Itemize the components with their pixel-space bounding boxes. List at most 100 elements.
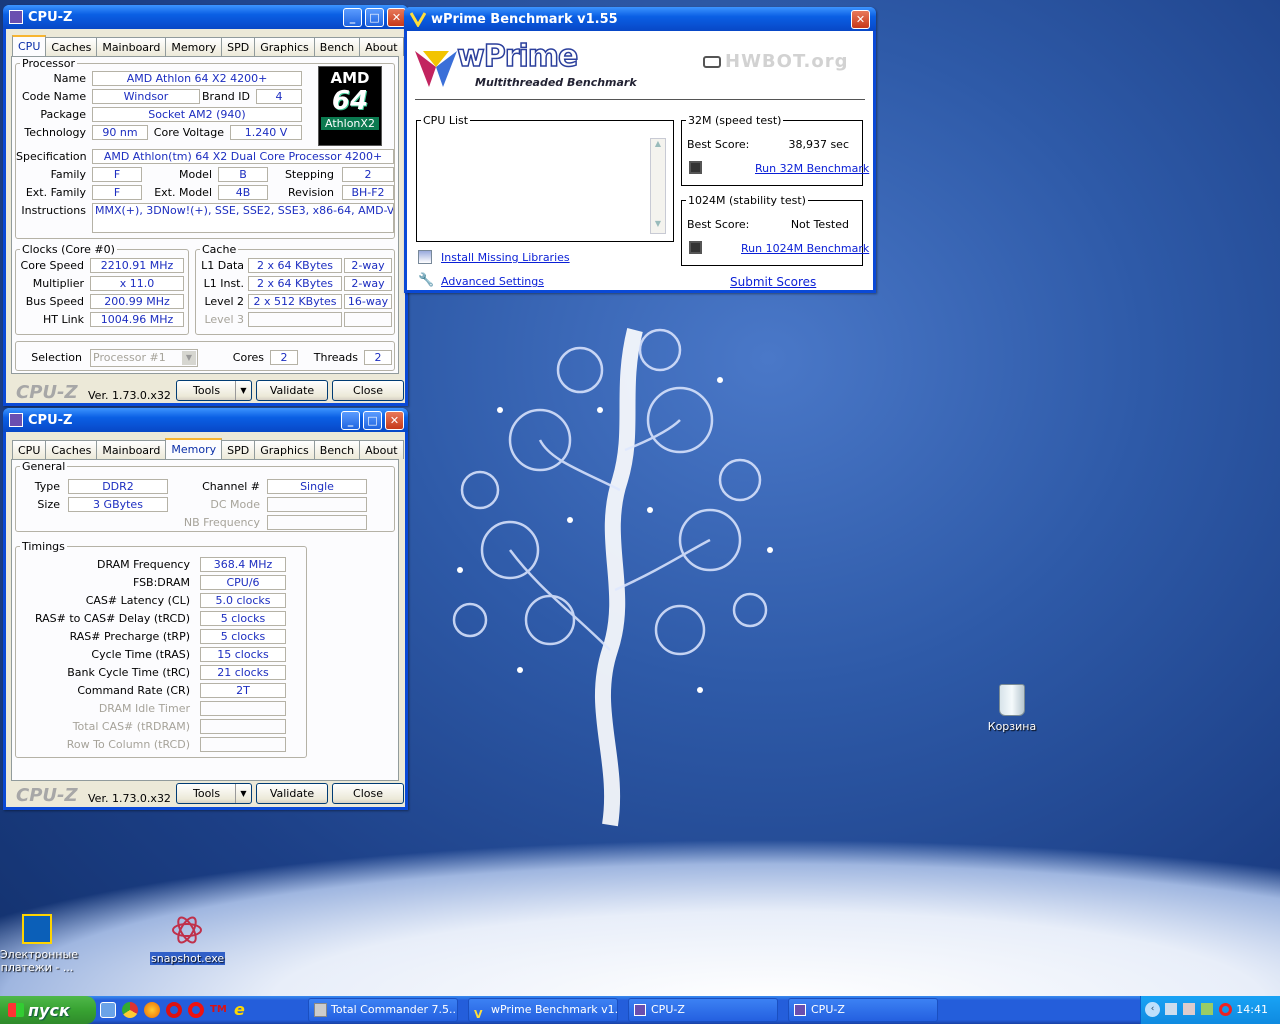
minimize-button[interactable]: _	[343, 8, 362, 27]
tray-collapse-icon[interactable]: ‹	[1145, 1002, 1160, 1017]
cpuz-app-icon	[634, 1004, 646, 1016]
tab-about[interactable]: About	[359, 37, 404, 56]
hwbot-robot-icon	[703, 55, 721, 68]
ie-icon[interactable]: e	[234, 1002, 250, 1018]
taskbar-item-cpuz-2[interactable]: CPU-Z	[788, 998, 938, 1022]
selection-dropdown[interactable]: Processor #1 ▼	[90, 349, 198, 367]
snapshot-desktop-icon[interactable]: snapshot.exe	[150, 914, 226, 965]
tab-about[interactable]: About	[359, 440, 404, 459]
show-desktop-icon[interactable]	[100, 1002, 116, 1018]
clock[interactable]: 14:41	[1236, 1003, 1268, 1016]
minimize-button[interactable]: _	[341, 411, 360, 430]
maximize-button[interactable]: □	[363, 411, 382, 430]
cpuz-footer-logo: CPU-Z	[16, 785, 78, 806]
tools-label: Tools	[193, 787, 221, 800]
instructions-value: MMX(+), 3DNow!(+), SSE, SSE2, SSE3, x86-…	[92, 203, 394, 233]
corespeed-value: 2210.91 MHz	[90, 258, 184, 273]
wprime-app-icon: V	[474, 1008, 483, 1021]
cpu-list-scrollbar[interactable]: ▲ ▼	[650, 138, 666, 234]
scroll-down-arrow-icon[interactable]: ▼	[651, 219, 665, 233]
tab-spd[interactable]: SPD	[221, 37, 256, 56]
l2-way: 16-way	[344, 294, 392, 309]
validate-button[interactable]: Validate	[256, 783, 328, 804]
test32-legend: 32M (speed test)	[688, 114, 782, 127]
wprime-titlebar[interactable]: wPrime Benchmark v1.55	[404, 7, 876, 31]
voltage-label: Core Voltage	[153, 126, 224, 139]
snapshot-icon-label: snapshot.exe	[150, 952, 226, 965]
test1024-legend: 1024M (stability test)	[688, 194, 806, 207]
taskbar-item-wprime[interactable]: V wPrime Benchmark v1...	[468, 998, 618, 1022]
recycle-bin-desktop-icon[interactable]: Корзина	[985, 684, 1039, 733]
taskbar-item-label: wPrime Benchmark v1...	[491, 1003, 618, 1016]
logo-amd-text: AMD	[330, 69, 370, 87]
htlink-label: HT Link	[42, 313, 84, 326]
run-32m-link[interactable]: Run 32M Benchmark	[755, 162, 869, 175]
taskbar-item-cpuz-1[interactable]: CPU-Z	[628, 998, 778, 1022]
close-button[interactable]: ✕	[385, 411, 404, 430]
timing-value: 368.4 MHz	[200, 557, 286, 572]
close-button[interactable]: ✕	[851, 10, 870, 29]
channel-value: Single	[267, 479, 367, 494]
tab-graphics[interactable]: Graphics	[254, 440, 315, 459]
family-value: F	[92, 167, 142, 182]
tab-cpu[interactable]: CPU	[12, 440, 47, 459]
timing-value: 15 clocks	[200, 647, 286, 662]
opera-icon[interactable]	[166, 1002, 182, 1018]
install-libraries-link[interactable]: Install Missing Libraries	[441, 251, 570, 264]
cpuz-version: Ver. 1.73.0.x32	[88, 389, 171, 402]
spec-value: AMD Athlon(tm) 64 X2 Dual Core Processor…	[92, 149, 394, 164]
submit-scores-link[interactable]: Submit Scores	[730, 275, 816, 289]
taskbar-item-total-commander[interactable]: Total Commander 7.5...	[308, 998, 458, 1022]
start-button[interactable]: пуск	[0, 996, 96, 1024]
instructions-label: Instructions	[21, 204, 86, 217]
tab-bench[interactable]: Bench	[313, 440, 361, 459]
multiplier-label: Multiplier	[32, 277, 84, 290]
tab-memory[interactable]: Memory	[165, 37, 223, 56]
cpuz-memory-window: CPU-Z _ □ ✕ CPU Caches Mainboard Memory …	[3, 408, 408, 810]
security-tray-icon[interactable]	[1201, 1003, 1213, 1015]
chrome-icon[interactable]	[122, 1002, 138, 1018]
stepping-value: 2	[342, 167, 394, 182]
close-dialog-button[interactable]: Close	[332, 783, 404, 804]
chevron-down-icon: ▼	[235, 784, 251, 803]
timing-label: RAS# Precharge (tRP)	[69, 630, 190, 643]
wprime-logo-mark	[415, 51, 457, 87]
tab-mainboard[interactable]: Mainboard	[96, 37, 167, 56]
validate-button[interactable]: Validate	[256, 380, 328, 401]
tab-bench[interactable]: Bench	[313, 37, 361, 56]
maximize-button[interactable]: □	[365, 8, 384, 27]
tab-graphics[interactable]: Graphics	[254, 37, 315, 56]
winter-tree-wallpaper	[452, 328, 773, 827]
selection-label: Selection	[31, 351, 82, 364]
cpuz-app-icon	[9, 413, 23, 427]
run-1024m-link[interactable]: Run 1024M Benchmark	[741, 242, 869, 255]
tm-icon[interactable]: TM	[210, 1002, 227, 1018]
timing-label: Cycle Time (tRAS)	[91, 648, 190, 661]
scroll-up-arrow-icon[interactable]: ▲	[651, 139, 665, 153]
firefox-icon[interactable]	[144, 1002, 160, 1018]
tools-button[interactable]: Tools ▼	[176, 380, 252, 401]
tab-cpu[interactable]: CPU	[12, 35, 47, 56]
tools-button[interactable]: Tools ▼	[176, 783, 252, 804]
payments-desktop-icon[interactable]: Электронные платежи - ...	[0, 914, 78, 974]
app-tray-icon[interactable]	[1219, 1003, 1232, 1016]
opera-alt-icon[interactable]	[188, 1002, 204, 1018]
l3-label: Level 3	[204, 313, 244, 326]
advanced-settings-link[interactable]: Advanced Settings	[441, 275, 544, 288]
tab-mainboard[interactable]: Mainboard	[96, 440, 167, 459]
close-dialog-button[interactable]: Close	[332, 380, 404, 401]
size-label: Size	[37, 498, 60, 511]
tab-memory[interactable]: Memory	[165, 438, 223, 459]
volume-tray-icon[interactable]	[1183, 1003, 1195, 1015]
voltage-value: 1.240 V	[230, 125, 302, 140]
tab-caches[interactable]: Caches	[45, 37, 98, 56]
timing-label: Total CAS# (tRDRAM)	[72, 720, 190, 733]
network-tray-icon[interactable]	[1165, 1003, 1177, 1015]
tab-caches[interactable]: Caches	[45, 440, 98, 459]
cpuz-memory-tabs: CPU Caches Mainboard Memory SPD Graphics…	[12, 438, 404, 459]
cpu-list-group: CPU List	[416, 114, 674, 242]
package-value: Socket AM2 (940)	[92, 107, 302, 122]
cores-value: 2	[270, 350, 298, 365]
tab-spd[interactable]: SPD	[221, 440, 256, 459]
taskbar-item-label: CPU-Z	[811, 1003, 845, 1016]
